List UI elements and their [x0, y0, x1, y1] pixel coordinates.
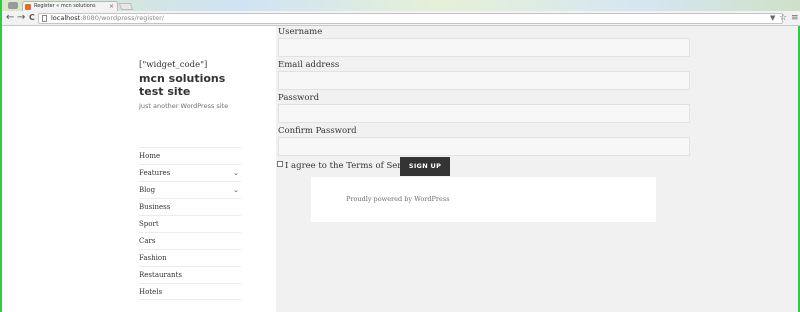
site-footer: Proudly powered by WordPress	[311, 177, 656, 222]
back-arrow-icon[interactable]: ←	[6, 12, 14, 24]
email-field[interactable]	[278, 71, 690, 90]
url-host: localhost	[51, 14, 81, 22]
nav-item-sport[interactable]: Sport	[139, 215, 241, 232]
confirm-password-field[interactable]	[278, 137, 690, 156]
password-field[interactable]	[278, 104, 690, 123]
nav-item-blog[interactable]: Blog ⌄	[139, 181, 241, 198]
nav-item-cars[interactable]: Cars	[139, 232, 241, 249]
nav-item-home[interactable]: Home	[139, 147, 241, 164]
nav-item-label: Blog	[139, 186, 156, 194]
site-tagline: Just another WordPress site	[139, 102, 229, 110]
site-title[interactable]: mcn solutions test site	[139, 72, 249, 98]
main-navigation: Home Features ⌄ Blog ⌄ Business Sport Cars…	[139, 147, 241, 300]
nav-item-label: Cars	[139, 237, 156, 245]
chevron-down-icon[interactable]: ⌄	[233, 165, 239, 181]
window-menu-icon[interactable]	[8, 2, 18, 9]
bookmark-star-icon[interactable]: ☆	[779, 12, 787, 24]
favicon-icon	[25, 4, 31, 10]
nav-item-restaurants[interactable]: Restaurants	[139, 266, 241, 283]
widget-code: ["widget_code"]	[139, 60, 208, 70]
password-label: Password	[278, 93, 320, 103]
main-content: Username Email address Password Confirm …	[276, 26, 798, 312]
browser-menu-icon[interactable]: ≡	[791, 12, 799, 24]
sign-up-button[interactable]: SIGN UP	[400, 157, 450, 176]
username-field[interactable]	[278, 38, 690, 57]
new-tab-button[interactable]	[118, 3, 134, 10]
chevron-down-icon[interactable]: ⌄	[233, 182, 239, 198]
nav-item-label: Features	[139, 169, 171, 177]
footer-credit[interactable]: Proudly powered by WordPress	[346, 195, 450, 203]
forward-arrow-icon[interactable]: →	[17, 12, 25, 24]
sidebar: ["widget_code"] mcn solutions test site …	[2, 26, 276, 312]
reload-icon[interactable]: C	[29, 12, 35, 24]
terms-checkbox[interactable]	[277, 161, 283, 167]
address-bar[interactable]: localhost:8080/wordpress/register/	[38, 13, 783, 24]
nav-item-hotels[interactable]: Hotels	[139, 283, 241, 300]
nav-item-features[interactable]: Features ⌄	[139, 164, 241, 181]
browser-tab[interactable]: Register « mcn solutions ×	[22, 1, 118, 11]
email-label: Email address	[278, 60, 340, 70]
username-label: Username	[278, 27, 323, 37]
nav-item-label: Business	[139, 203, 171, 211]
browser-toolbar: ← → C localhost:8080/wordpress/register/…	[2, 11, 800, 26]
terms-agreement: I agree to the Terms of Service	[277, 161, 419, 172]
confirm-password-label: Confirm Password	[278, 126, 357, 136]
page-icon	[42, 15, 47, 22]
tab-strip: Register « mcn solutions ×	[2, 0, 800, 11]
nav-item-business[interactable]: Business	[139, 198, 241, 215]
close-tab-icon[interactable]: ×	[109, 2, 114, 11]
terms-label: I agree to the Terms of Service	[285, 161, 419, 171]
tools-icon[interactable]: ▼	[770, 12, 775, 24]
tab-title: Register « mcn solutions	[34, 3, 96, 9]
page-body: ["widget_code"] mcn solutions test site …	[2, 26, 798, 312]
nav-item-label: Hotels	[139, 288, 163, 296]
url-path: :8080/wordpress/register/	[80, 14, 164, 22]
nav-item-label: Restaurants	[139, 271, 182, 279]
nav-item-label: Sport	[139, 220, 159, 228]
nav-item-label: Home	[139, 152, 161, 160]
nav-item-fashion[interactable]: Fashion	[139, 249, 241, 266]
nav-item-label: Fashion	[139, 254, 167, 262]
